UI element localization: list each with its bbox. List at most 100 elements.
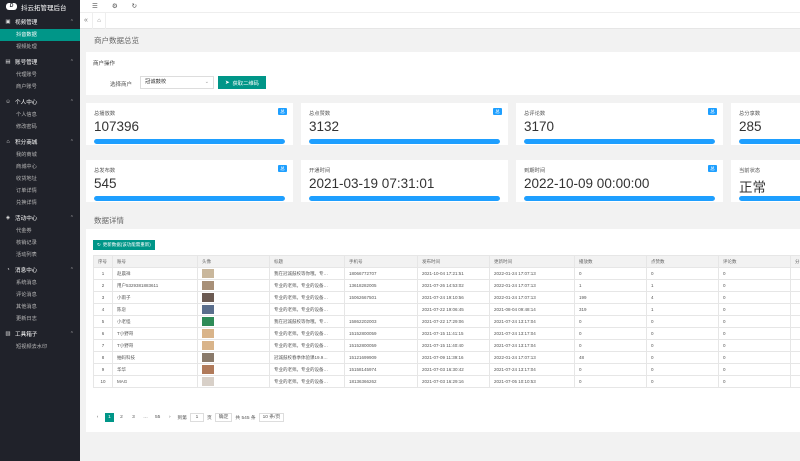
home-tab-icon[interactable]: ⌂ bbox=[92, 12, 106, 29]
cell-no: 4 bbox=[93, 303, 113, 316]
cell-account: 小老怪 bbox=[112, 315, 198, 328]
cell-plays: 0 bbox=[574, 375, 647, 388]
sidebar-group-2[interactable]: ☺ 个人中心 ⌃ bbox=[0, 95, 80, 109]
cell-likes: 4 bbox=[646, 291, 719, 304]
tabs-left-icon[interactable]: « bbox=[80, 17, 92, 24]
stat-badge: 总 bbox=[278, 108, 287, 115]
sidebar-item[interactable]: 代理账号 bbox=[0, 69, 80, 81]
refresh-icon[interactable]: ↻ bbox=[132, 2, 137, 10]
stat-label: 当前状态 bbox=[739, 168, 761, 174]
goto-page-input[interactable]: 1 bbox=[189, 413, 204, 422]
goto-label: 到第 bbox=[177, 416, 187, 421]
sidebar-item[interactable]: 更新日志 bbox=[0, 313, 80, 325]
sidebar-item[interactable]: 个人信息 bbox=[0, 109, 80, 121]
cell-plays: 0 bbox=[574, 267, 647, 280]
sidebar-item[interactable]: 订单详情 bbox=[0, 185, 80, 197]
column-header: 播放数 bbox=[574, 255, 647, 268]
sidebar-item[interactable]: 核销记录 bbox=[0, 237, 80, 249]
column-header: 序号 bbox=[93, 255, 113, 268]
cell-publish: 2021-07-22 17:29:06 bbox=[417, 315, 490, 328]
sidebar-group-6[interactable]: ▧ 工具箱子 ⌃ bbox=[0, 327, 80, 341]
activity-icon: ◈ bbox=[5, 215, 11, 221]
sidebar-item[interactable]: 商户账号 bbox=[0, 81, 80, 93]
sidebar-item[interactable]: 兑换详情 bbox=[0, 197, 80, 209]
avatar-cell bbox=[197, 339, 270, 352]
get-qrcode-button[interactable]: ➤ 获取二维码 bbox=[218, 76, 266, 89]
stat-label: 总分享数 bbox=[739, 111, 761, 117]
table-row: 2 用户5329381883611 专业的老师。专业的设备… 13618282005 2… bbox=[93, 279, 800, 292]
cell-phone: 18066772707 bbox=[344, 267, 418, 280]
goto-confirm-button[interactable]: 确定 bbox=[214, 413, 233, 422]
sidebar-group-3[interactable]: ⌂ 积分商城 ⌃ bbox=[0, 135, 80, 149]
sidebar-item[interactable]: 商城中心 bbox=[0, 161, 80, 173]
cell-phone: 13618282005 bbox=[344, 279, 418, 292]
sidebar-item[interactable]: 短视频去水印 bbox=[0, 341, 80, 353]
page-button[interactable]: … bbox=[141, 413, 150, 422]
sidebar-group-1[interactable]: ▤ 账号管理 ⌃ bbox=[0, 55, 80, 69]
stat-label: 到期时间 bbox=[524, 168, 546, 174]
prev-page-icon[interactable]: ‹ bbox=[93, 413, 102, 422]
cell-publish: 2021-10-04 17:21:51 bbox=[417, 267, 490, 280]
menu-icon[interactable]: ☰ bbox=[92, 2, 98, 10]
sidebar-item[interactable]: 修改密码 bbox=[0, 121, 80, 133]
chevron-down-icon: ⌄ bbox=[204, 79, 209, 85]
cell-account: MAG bbox=[112, 375, 198, 388]
progress-fill bbox=[94, 196, 285, 201]
sidebar-item[interactable]: 抖音数据 bbox=[0, 29, 80, 41]
sidebar-item[interactable]: 视频处理 bbox=[0, 41, 80, 53]
chevron-up-icon: ⌃ bbox=[69, 19, 74, 25]
page-size-select[interactable]: 10 条/页 bbox=[258, 413, 285, 422]
select-merchant-label: 选择商户 bbox=[110, 82, 133, 88]
avatar-cell bbox=[197, 327, 270, 340]
cell-account: 抽码科技 bbox=[112, 351, 198, 364]
cell-extra bbox=[790, 363, 800, 376]
cell-update: 2022-01-24 17:07:13 bbox=[489, 279, 575, 292]
sidebar-item[interactable]: 其他消息 bbox=[0, 301, 80, 313]
cell-comments: 0 bbox=[718, 327, 791, 340]
cell-update: 2022-01-24 17:07:13 bbox=[489, 351, 575, 364]
settings-icon[interactable]: ⚙ bbox=[112, 2, 118, 10]
sidebar-group-5[interactable]: ◔ 消息中心 ⌃ bbox=[0, 263, 80, 277]
avatar-cell bbox=[197, 267, 270, 280]
cell-phone: 15152800059 bbox=[344, 327, 418, 340]
cell-account: 用户5329381883611 bbox=[112, 279, 198, 292]
next-page-icon[interactable]: › bbox=[165, 413, 174, 422]
sidebar-group-0[interactable]: ▣ 视频管理 ⌃ bbox=[0, 15, 80, 29]
cell-update: 2021-07-24 13:17:04 bbox=[489, 327, 575, 340]
cell-comments: 0 bbox=[718, 267, 791, 280]
cell-publish: 2021-07-03 16:30:42 bbox=[417, 363, 490, 376]
merchant-select[interactable]: 冠诚鼓校 ⌄ bbox=[140, 76, 214, 89]
table-row: 1 赵晨祥 我在冠诚鼓校等你哦。专… 18066772707 2021-10-04 17… bbox=[93, 267, 800, 280]
cell-extra bbox=[790, 279, 800, 292]
sidebar-group-label: 工具箱子 bbox=[15, 332, 38, 338]
cell-extra bbox=[790, 351, 800, 364]
cell-update: 2021-07-24 13:17:04 bbox=[489, 363, 575, 376]
sidebar-group-4[interactable]: ◈ 活动中心 ⌃ bbox=[0, 211, 80, 225]
cell-publish: 2021-07-22 19:06:45 bbox=[417, 303, 490, 316]
sidebar-item[interactable]: 评论消息 bbox=[0, 289, 80, 301]
table-row: 9 华华 专业的老师。专业的设备… 15158145974 2021-07-03 16:… bbox=[93, 363, 800, 376]
sidebar-item[interactable]: 我的商城 bbox=[0, 149, 80, 161]
sidebar-item[interactable]: 收货地址 bbox=[0, 173, 80, 185]
avatar bbox=[202, 377, 214, 386]
page-button[interactable]: 1 bbox=[105, 413, 114, 422]
stat-card: 总发布数 总 545 bbox=[86, 160, 293, 202]
page-button[interactable]: 55 bbox=[153, 413, 162, 422]
progress-fill bbox=[94, 139, 285, 144]
cell-comments: 0 bbox=[718, 363, 791, 376]
sidebar-item[interactable]: 代金券 bbox=[0, 225, 80, 237]
cell-comments: 0 bbox=[718, 351, 791, 364]
cell-no: 1 bbox=[93, 267, 113, 280]
cell-comments: 0 bbox=[718, 279, 791, 292]
cell-comments: 0 bbox=[718, 339, 791, 352]
page-button[interactable]: 3 bbox=[129, 413, 138, 422]
cell-title: 专业的老师。专业的设备… bbox=[269, 363, 345, 376]
sidebar-group-label: 个人中心 bbox=[15, 100, 38, 106]
page-button[interactable]: 2 bbox=[117, 413, 126, 422]
sidebar-item[interactable]: 系统消息 bbox=[0, 277, 80, 289]
cell-extra bbox=[790, 267, 800, 280]
cell-plays: 199 bbox=[574, 291, 647, 304]
tab-bar: « ⌂ bbox=[80, 12, 800, 29]
sidebar-item[interactable]: 活动列表 bbox=[0, 249, 80, 261]
refresh-data-button[interactable]: ↻ 更新数据(该功能需重新) bbox=[93, 240, 155, 250]
